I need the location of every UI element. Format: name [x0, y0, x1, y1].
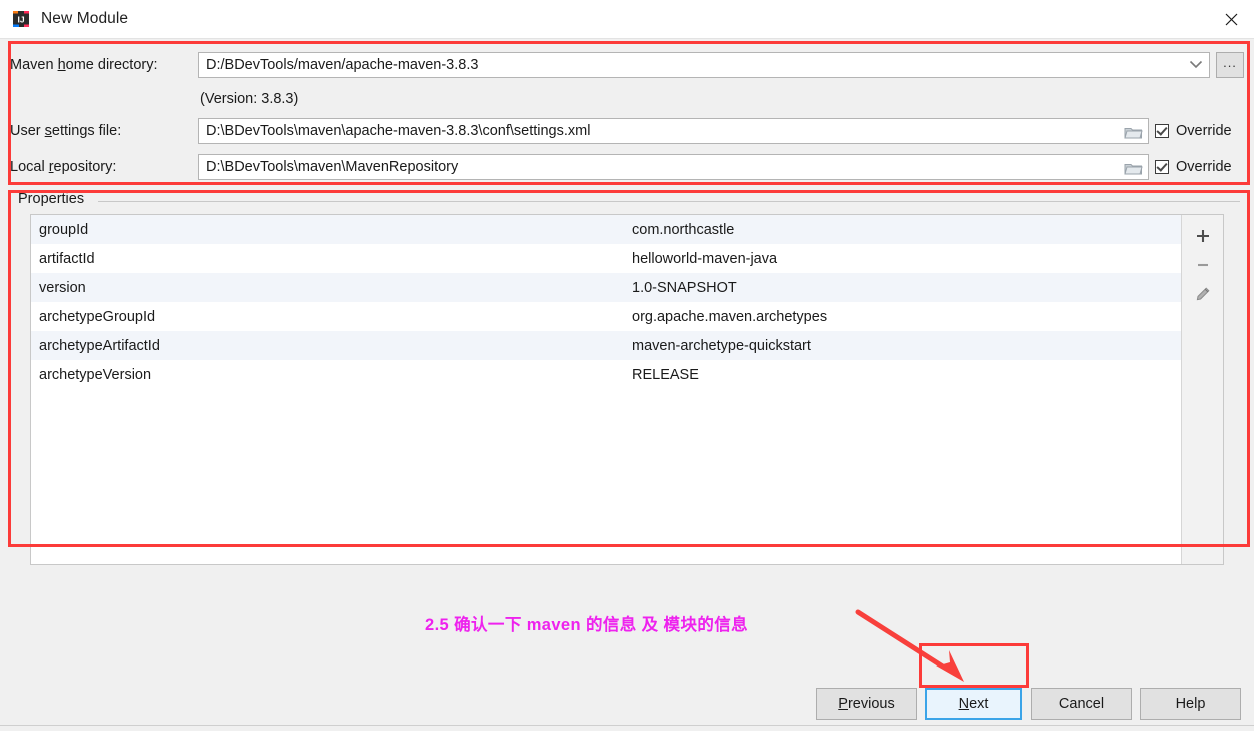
table-row[interactable]: artifactId helloworld-maven-java [31, 244, 1181, 273]
property-value[interactable]: com.northcastle [624, 215, 1181, 244]
folder-icon[interactable] [1119, 156, 1147, 179]
dialog-button-bar: Previous Next Cancel Help [0, 644, 1254, 731]
table-row[interactable]: archetypeGroupId org.apache.maven.archet… [31, 302, 1181, 331]
window-title: New Module [41, 10, 129, 27]
maven-home-browse-label: ... [1223, 55, 1237, 70]
user-settings-override-checkbox[interactable]: Override [1155, 118, 1232, 144]
next-button[interactable]: Next [925, 688, 1022, 720]
window-title-bar: IJ New Module [0, 0, 1254, 39]
previous-button-label: Previous [838, 696, 895, 712]
bottom-divider [0, 725, 1254, 726]
properties-panel: groupId com.northcastle artifactId hello… [30, 214, 1224, 565]
table-row[interactable]: groupId com.northcastle [31, 215, 1181, 244]
minus-icon[interactable] [1187, 250, 1219, 279]
checkbox-icon[interactable] [1155, 160, 1169, 174]
maven-home-combobox[interactable]: D:/BDevTools/maven/apache-maven-3.8.3 [198, 52, 1210, 78]
table-row[interactable]: archetypeVersion RELEASE [31, 360, 1181, 389]
local-repository-input[interactable]: D:\BDevTools\maven\MavenRepository [198, 154, 1149, 180]
maven-version-note: (Version: 3.8.3) [200, 91, 299, 107]
local-repository-override-checkbox[interactable]: Override [1155, 154, 1232, 180]
annotation-text: 2.5 确认一下 maven 的信息 及 模块的信息 [425, 616, 749, 634]
user-settings-value: D:\BDevTools\maven\apache-maven-3.8.3\co… [206, 123, 591, 139]
table-row[interactable]: archetypeArtifactId maven-archetype-quic… [31, 331, 1181, 360]
help-button[interactable]: Help [1140, 688, 1241, 720]
user-settings-row: User settings file: [10, 118, 121, 144]
property-name[interactable]: groupId [31, 215, 624, 244]
cancel-button-label: Cancel [1058, 696, 1105, 712]
table-row[interactable]: version 1.0-SNAPSHOT [31, 273, 1181, 302]
properties-toolbar [1181, 215, 1223, 564]
maven-settings-form: Maven home directory: D:/BDevTools/maven… [10, 44, 1244, 184]
cancel-button[interactable]: Cancel [1031, 688, 1132, 720]
property-value[interactable]: maven-archetype-quickstart [624, 331, 1181, 360]
intellij-idea-icon: IJ [11, 9, 31, 29]
property-value[interactable]: 1.0-SNAPSHOT [624, 273, 1181, 302]
property-name[interactable]: version [31, 273, 624, 302]
maven-home-value: D:/BDevTools/maven/apache-maven-3.8.3 [206, 57, 479, 73]
next-button-label: Next [958, 696, 989, 712]
maven-home-browse-button[interactable]: ... [1216, 52, 1244, 78]
property-name[interactable]: archetypeGroupId [31, 302, 624, 331]
checkbox-icon[interactable] [1155, 124, 1169, 138]
svg-text:IJ: IJ [17, 15, 24, 25]
property-name[interactable]: archetypeVersion [31, 360, 624, 389]
property-value[interactable]: org.apache.maven.archetypes [624, 302, 1181, 331]
maven-home-row: Maven home directory: [10, 52, 158, 78]
property-name[interactable]: archetypeArtifactId [31, 331, 624, 360]
folder-icon[interactable] [1119, 120, 1147, 143]
property-value[interactable]: helloworld-maven-java [624, 244, 1181, 273]
local-repository-override-label: Override [1176, 159, 1232, 175]
user-settings-label: User settings file: [10, 123, 122, 139]
properties-divider [98, 201, 1240, 202]
local-repository-row: Local repository: [10, 154, 116, 180]
pencil-icon[interactable] [1187, 279, 1219, 308]
user-settings-input[interactable]: D:\BDevTools\maven\apache-maven-3.8.3\co… [198, 118, 1149, 144]
chevron-down-icon[interactable] [1189, 57, 1203, 73]
dialog-content: Maven home directory: D:/BDevTools/maven… [0, 39, 1254, 726]
property-name[interactable]: artifactId [31, 244, 624, 273]
previous-button[interactable]: Previous [816, 688, 917, 720]
properties-table: groupId com.northcastle artifactId hello… [31, 215, 1181, 389]
plus-icon[interactable] [1187, 221, 1219, 250]
properties-table-wrapper[interactable]: groupId com.northcastle artifactId hello… [31, 215, 1181, 564]
user-settings-override-label: Override [1176, 123, 1232, 139]
close-icon[interactable] [1208, 0, 1254, 38]
properties-group: Properties groupId com.northcastle artif… [14, 191, 1240, 581]
maven-home-label: Maven home directory: [10, 57, 158, 73]
property-value[interactable]: RELEASE [624, 360, 1181, 389]
help-button-label: Help [1175, 696, 1206, 712]
properties-legend: Properties [18, 191, 91, 207]
local-repository-value: D:\BDevTools\maven\MavenRepository [206, 159, 459, 175]
local-repository-label: Local repository: [10, 159, 117, 175]
